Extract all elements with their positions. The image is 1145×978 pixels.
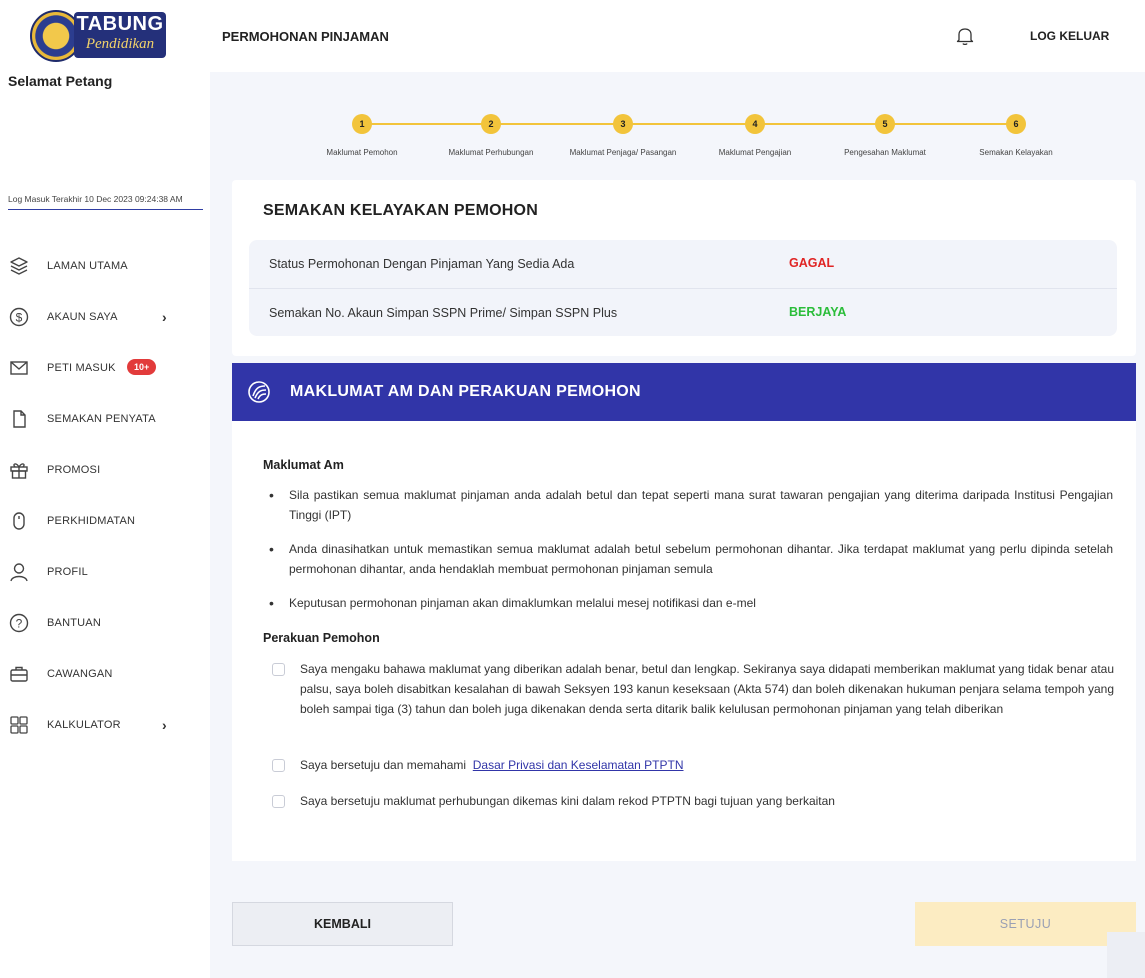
step-number: 1 [352,114,372,134]
sidebar-item-label: PROFIL [47,566,88,578]
help-circle-icon: ? [9,613,29,633]
sidebar-item-peti-masuk[interactable]: PETI MASUK 10+ [0,350,210,386]
checkbox[interactable] [272,759,285,772]
step-6: 6 Semakan Kelayakan [951,112,1081,157]
last-login-text: Log Masuk Terakhir 10 Dec 2023 09:24:38 … [8,193,203,210]
sidebar-item-perkhidmatan[interactable]: PERKHIDMATAN [0,503,210,539]
sidebar-item-profil[interactable]: PROFIL [0,554,210,590]
sidebar-item-label: PROMOSI [47,464,101,476]
chevron-right-icon: › [162,717,167,733]
greeting: Selamat Petang [8,73,113,89]
step-number: 5 [875,114,895,134]
privacy-policy-link[interactable]: Dasar Privasi dan Keselamatan PTPTN [473,758,684,772]
declaration-banner: MAKLUMAT AM DAN PERAKUAN PEMOHON [232,363,1136,421]
step-2: 2 Maklumat Perhubungan [426,112,556,157]
sidebar-item-kalkulator[interactable]: KALKULATOR › [0,707,210,743]
step-number: 2 [481,114,501,134]
sidebar-item-label: CAWANGAN [47,668,113,680]
main-content: 1 Maklumat Pemohon 2 Maklumat Perhubunga… [210,72,1145,978]
step-label: Maklumat Perhubungan [448,148,534,157]
page-title: PERMOHONAN PINJAMAN [222,29,389,44]
top-bar: PERMOHONAN PINJAMAN LOG KELUAR [210,0,1145,72]
step-label: Maklumat Penjaga/ Pasangan [569,148,677,157]
step-number: 6 [1006,114,1026,134]
status-value-berjaya: BERJAYA [789,305,847,319]
eligibility-title: SEMAKAN KELAYAKAN PEMOHON [263,202,538,219]
step-4: 4 Maklumat Pengajian [690,112,820,157]
logout-link[interactable]: LOG KELUAR [1030,29,1109,43]
declaration-heading: Perakuan Pemohon [263,631,380,645]
bell-icon[interactable] [956,26,974,46]
sidebar-item-semakan-penyata[interactable]: SEMAKAN PENYATA [0,401,210,437]
logo-line2: Pendidikan [85,36,155,52]
info-bullet: Sila pastikan semua maklumat pinjaman an… [263,485,1113,525]
corner-panel [1107,932,1145,978]
mouse-icon [13,512,25,530]
declaration-checkbox-truth[interactable]: Saya mengaku bahawa maklumat yang diberi… [272,659,1114,719]
gift-icon [10,463,28,479]
step-label: Maklumat Pemohon [326,148,398,157]
ptptn-emblem-icon [248,381,270,403]
step-3: 3 Maklumat Penjaga/ Pasangan [558,112,688,157]
step-label: Maklumat Pengajian [718,148,792,157]
status-row-existing-loan: Status Permohonan Dengan Pinjaman Yang S… [249,240,1117,288]
checkbox-label: Saya bersetuju maklumat perhubungan dike… [300,794,835,808]
checkbox-label: Saya bersetuju dan memahami [300,758,467,772]
declaration-title: MAKLUMAT AM DAN PERAKUAN PEMOHON [290,383,641,400]
declaration-card: MAKLUMAT AM DAN PERAKUAN PEMOHON Makluma… [232,363,1136,861]
step-label: Semakan Kelayakan [979,148,1053,157]
step-number: 4 [745,114,765,134]
sidebar-item-label: SEMAKAN PENYATA [47,413,156,425]
tabung-pendidikan-logo[interactable]: TABUNG Pendidikan [30,10,166,62]
unread-count-badge: 10+ [127,359,157,375]
sidebar-item-akaun-saya[interactable]: $ AKAUN SAYA › [0,299,210,335]
chevron-right-icon: › [162,309,167,325]
svg-text:?: ? [16,617,23,631]
dollar-circle-icon: $ [9,307,29,327]
sidebar-item-cawangan[interactable]: CAWANGAN [0,656,210,692]
info-bullet: Anda dinasihatkan untuk memastikan semua… [263,539,1113,579]
sidebar-item-label: PERKHIDMATAN [47,515,136,527]
status-label: Status Permohonan Dengan Pinjaman Yang S… [269,257,575,271]
step-number: 3 [613,114,633,134]
sidebar-item-label: BANTUAN [47,617,101,629]
agree-button[interactable]: SETUJU [915,902,1136,946]
briefcase-icon [10,666,28,682]
svg-text:$: $ [16,311,23,325]
status-label: Semakan No. Akaun Simpan SSPN Prime/ Sim… [269,306,618,320]
eligibility-card: SEMAKAN KELAYAKAN PEMOHON Status Permoho… [232,180,1136,356]
eligibility-status-box: Status Permohonan Dengan Pinjaman Yang S… [249,240,1117,336]
sidebar-item-laman-utama[interactable]: LAMAN UTAMA [0,248,210,284]
info-bullet: Keputusan permohonan pinjaman akan dimak… [263,593,1113,613]
document-icon [13,410,26,428]
layers-icon [10,257,28,275]
status-row-sspn-account: Semakan No. Akaun Simpan SSPN Prime/ Sim… [249,288,1117,336]
sidebar-item-label: PETI MASUK [47,362,116,374]
status-value-gagal: GAGAL [789,256,835,270]
step-5: 5 Pengesahan Maklumat [820,112,950,157]
logo-wordmark: TABUNG Pendidikan [74,12,166,58]
sidebar: TABUNG Pendidikan Selamat Petang Log Mas… [0,0,210,978]
progress-stepper: 1 Maklumat Pemohon 2 Maklumat Perhubunga… [210,112,1145,162]
checkbox[interactable] [272,663,285,676]
user-icon [10,563,28,582]
step-1: 1 Maklumat Pemohon [297,112,427,157]
back-button[interactable]: KEMBALI [232,902,453,946]
sidebar-item-label: AKAUN SAYA [47,311,118,323]
logo-line1: TABUNG [76,13,164,35]
sidebar-item-label: KALKULATOR [47,719,121,731]
checkbox-label: Saya mengaku bahawa maklumat yang diberi… [300,662,1114,716]
declaration-checkbox-contact-update[interactable]: Saya bersetuju maklumat perhubungan dike… [272,791,1114,811]
step-label: Pengesahan Maklumat [844,148,926,157]
mail-icon [10,361,28,375]
checkbox[interactable] [272,795,285,808]
sidebar-item-bantuan[interactable]: ? BANTUAN [0,605,210,641]
sidebar-item-label: LAMAN UTAMA [47,260,128,272]
declaration-checkbox-privacy[interactable]: Saya bersetuju dan memahami Dasar Privas… [272,755,1114,775]
sidebar-item-promosi[interactable]: PROMOSI [0,452,210,488]
general-info-heading: Maklumat Am [263,458,344,472]
calculator-icon [10,716,28,734]
